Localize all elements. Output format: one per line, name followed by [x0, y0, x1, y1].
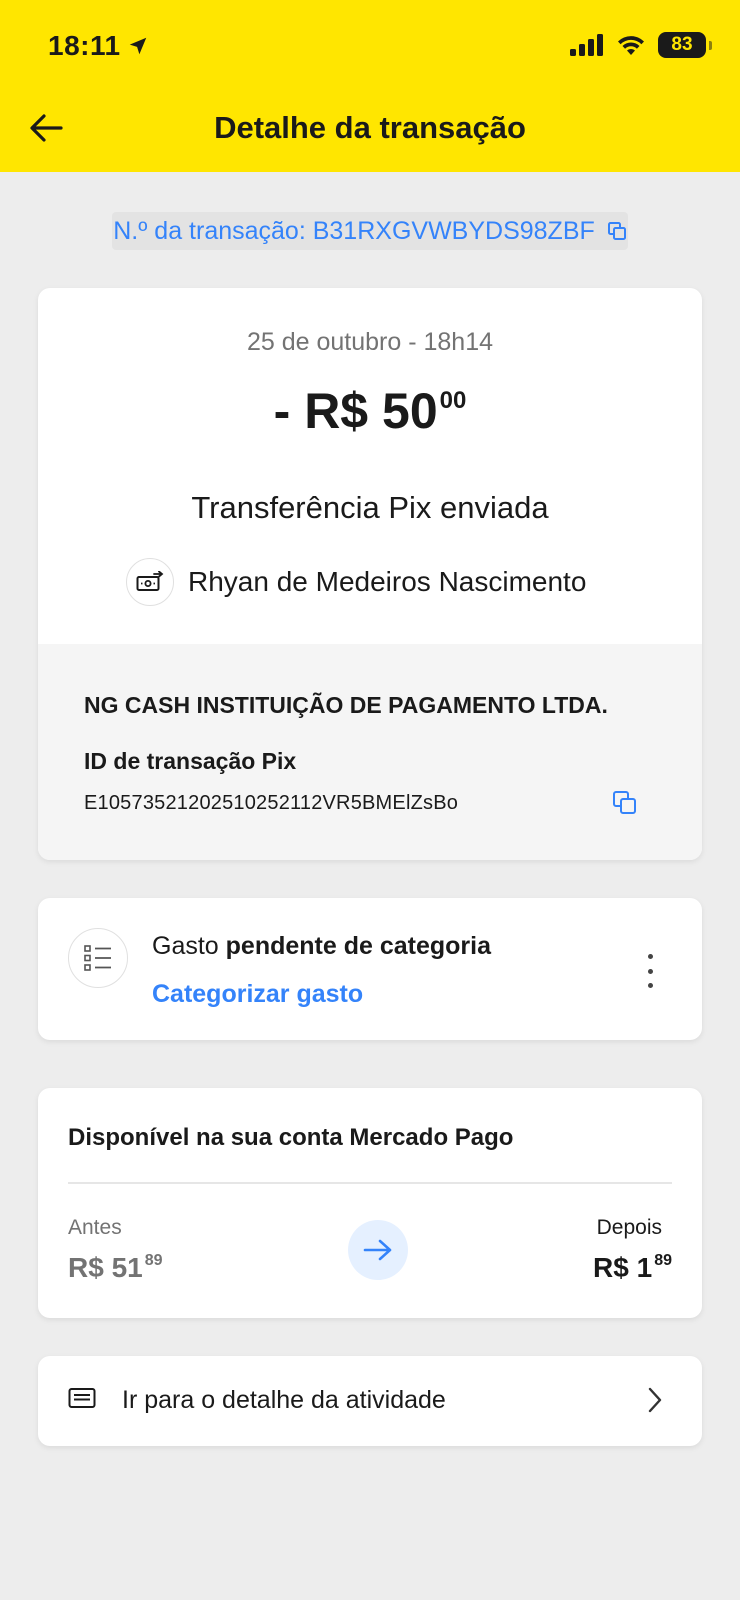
institution-name: NG CASH INSTITUIÇÃO DE PAGAMENTO LTDA.	[84, 692, 608, 718]
status-bar-indicators: 83	[570, 32, 712, 58]
transaction-summary-card: 25 de outubro - 18h14 - R$ 5000 Transfer…	[38, 288, 702, 860]
location-arrow-icon	[129, 37, 146, 55]
transaction-amount: - R$ 5000	[38, 382, 702, 440]
activity-detail-link[interactable]: Ir para o detalhe da atividade	[38, 1356, 702, 1446]
transaction-number-text: N.º da transação: B31RXGVWBYDS98ZBF	[113, 216, 595, 245]
balance-before-main: R$ 51	[68, 1252, 143, 1283]
category-status: Gasto pendente de categoria	[152, 932, 491, 961]
amount-main: - R$ 50	[273, 383, 438, 439]
balance-before-value: R$ 51 89	[68, 1252, 163, 1284]
chevron-right-icon	[648, 1387, 662, 1413]
category-card: Gasto pendente de categoria Categorizar …	[38, 898, 702, 1040]
categorize-expense-link[interactable]: Categorizar gasto	[152, 980, 363, 1009]
status-time-text: 18:11	[48, 30, 121, 61]
receipt-icon	[68, 1388, 96, 1408]
app-header: 18:11 83 Detalhe da transação	[0, 0, 740, 172]
battery-level: 83	[671, 34, 693, 55]
copy-pix-id-button[interactable]	[612, 790, 638, 821]
pix-id-label: ID de transação Pix	[84, 748, 297, 774]
page-title: Detalhe da transação	[214, 110, 526, 145]
balance-before-cents: 89	[144, 1252, 163, 1269]
wifi-icon	[618, 36, 644, 55]
amount-cents: 00	[439, 387, 467, 414]
status-bar-time: 18:11	[48, 30, 149, 62]
transaction-number-copy[interactable]: N.º da transação: B31RXGVWBYDS98ZBF	[112, 212, 628, 250]
divider	[68, 1182, 672, 1184]
pix-id-value: E10573521202510252112VR5BMElZsBo	[84, 792, 459, 814]
signal-icon	[570, 34, 603, 56]
balance-before-label: Antes	[68, 1216, 122, 1239]
copy-icon	[613, 791, 636, 814]
balance-after-main: R$ 1	[593, 1252, 653, 1283]
balance-after-cents: 89	[654, 1252, 672, 1269]
activity-detail-label: Ir para o detalhe da atividade	[122, 1386, 446, 1414]
transaction-type: Transferência Pix enviada	[191, 490, 549, 525]
copy-icon	[607, 222, 626, 240]
category-prefix: Gasto	[152, 932, 226, 960]
arrow-right-icon	[348, 1220, 408, 1280]
list-icon	[68, 928, 128, 988]
bank-details: NG CASH INSTITUIÇÃO DE PAGAMENTO LTDA. I…	[38, 644, 702, 860]
recipient-name: Rhyan de Medeiros Nascimento	[188, 566, 587, 597]
battery-icon: 83	[658, 32, 712, 58]
balance-after-label: Depois	[596, 1216, 662, 1239]
recipient-row: Rhyan de Medeiros Nascimento	[126, 558, 586, 606]
more-vertical-icon[interactable]	[638, 954, 662, 988]
balance-after-value: R$ 1 89	[593, 1252, 672, 1284]
category-pending: pendente de categoria	[225, 932, 492, 960]
balance-card: Disponível na sua conta Mercado Pago Ant…	[38, 1088, 702, 1318]
balance-title: Disponível na sua conta Mercado Pago	[68, 1124, 514, 1151]
transaction-date: 25 de outubro - 18h14	[246, 328, 494, 356]
money-transfer-icon	[126, 558, 174, 606]
